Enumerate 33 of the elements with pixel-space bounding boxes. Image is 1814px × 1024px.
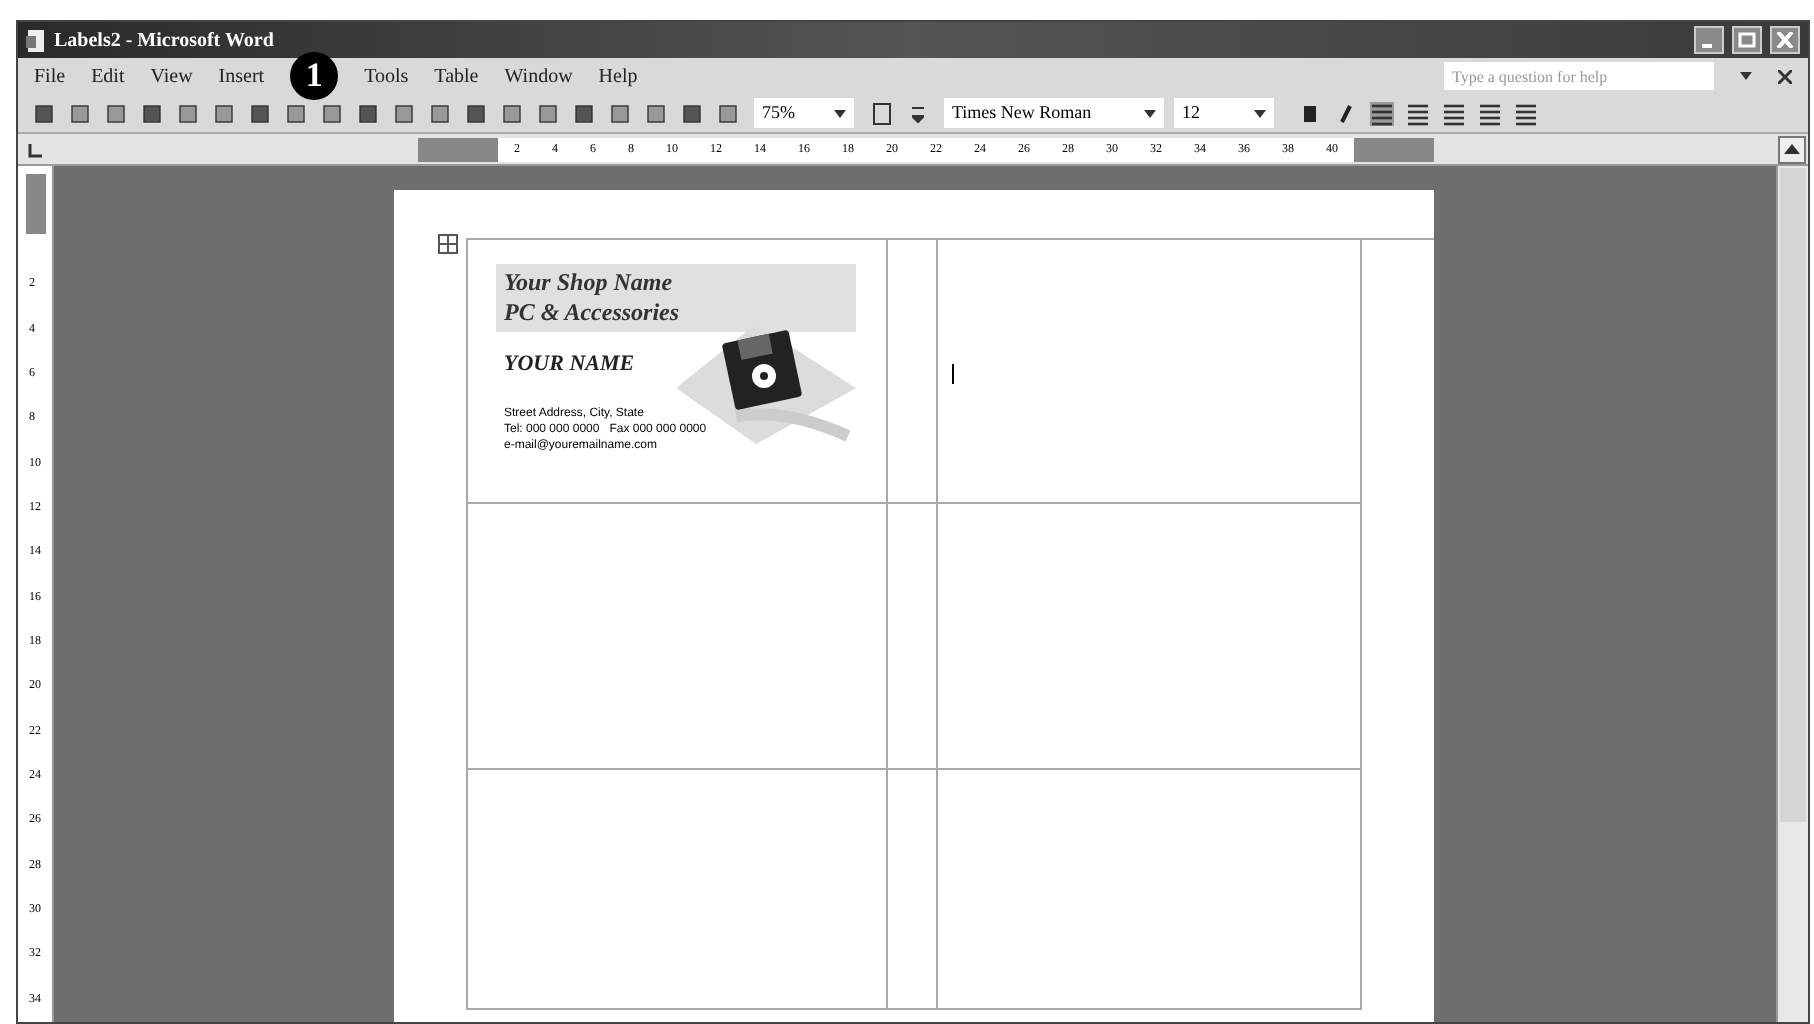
menu-item[interactable]: Table [434,61,479,91]
menu-item[interactable]: Insert [218,61,265,91]
callout-number: 1 [290,52,339,100]
align-left-icon[interactable] [1364,97,1398,129]
text-cursor [952,364,954,384]
window-title: Labels2 - Microsoft Word [54,27,274,55]
menu-item[interactable]: Help [598,61,638,91]
help-search-field[interactable]: Type a question for help [1444,62,1714,90]
bold-icon [1301,103,1317,123]
table-move-handle-icon[interactable] [438,234,458,254]
shop-tagline: PC & Accessories [504,298,680,328]
menu-item[interactable]: View [150,61,193,91]
restore-icon[interactable] [1732,26,1762,54]
menu-item[interactable]: Edit [91,61,125,91]
word-document-icon [26,29,46,51]
dropdown-arrow-icon[interactable] [1740,72,1752,80]
close-icon[interactable] [1778,69,1792,83]
font-dropdown[interactable]: Times New Roman [944,98,1164,128]
menu-item[interactable]: Window [504,61,573,91]
dropdown-arrow-icon[interactable] [1254,109,1266,117]
minimize-icon[interactable] [1694,26,1724,54]
zoom-dropdown[interactable]: 75% [754,98,854,128]
person-name: YOUR NAME [504,350,635,380]
shop-name: Your Shop Name [504,268,673,298]
italic-icon [1337,103,1353,123]
scroll-up-icon[interactable] [1778,135,1806,163]
menu-item[interactable]: File [34,61,66,91]
vertical-scrollbar[interactable] [1776,166,1808,1022]
dropdown-arrow-icon[interactable] [1144,109,1156,117]
menu-item[interactable]: Tools [364,61,409,91]
dropdown-arrow-icon[interactable] [834,109,846,117]
font-size-dropdown[interactable]: 12 [1174,98,1274,128]
ruler-margin [25,174,45,234]
